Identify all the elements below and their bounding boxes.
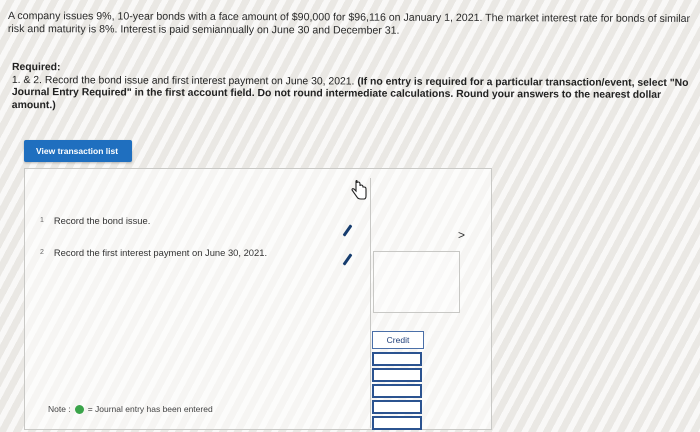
page: A company issues 9%, 10-year bonds with … xyxy=(0,0,700,432)
transaction-item-2[interactable]: 2 Record the first interest payment on J… xyxy=(40,247,267,258)
transaction-number: 2 xyxy=(40,249,44,256)
credit-input[interactable] xyxy=(372,384,422,398)
entered-status-icon xyxy=(74,404,84,414)
required-section: Required: 1. & 2. Record the bond issue … xyxy=(12,62,692,115)
note-prefix: Note : xyxy=(48,404,71,414)
credit-input[interactable] xyxy=(372,416,422,430)
credit-input[interactable] xyxy=(372,400,422,414)
hand-cursor-icon xyxy=(350,179,368,200)
view-transaction-list-button[interactable]: View transaction list xyxy=(24,140,132,162)
credit-input[interactable] xyxy=(372,368,422,382)
credit-column-header: Credit xyxy=(372,331,424,349)
required-task: 1. & 2. Record the bond issue and first … xyxy=(11,74,355,87)
transaction-label: Record the first interest payment on Jun… xyxy=(53,247,268,258)
credit-input[interactable] xyxy=(372,352,422,366)
transaction-item-1[interactable]: 1 Record the bond issue. xyxy=(40,215,150,226)
required-instructions: 1. & 2. Record the bond issue and first … xyxy=(12,74,692,114)
problem-statement: A company issues 9%, 10-year bonds with … xyxy=(7,10,691,37)
transaction-label: Record the bond issue. xyxy=(53,215,151,226)
note-text: = Journal entry has been entered xyxy=(87,404,213,414)
transaction-number: 1 xyxy=(40,217,44,224)
journal-entry-box xyxy=(373,251,460,313)
next-arrow-icon[interactable]: > xyxy=(458,228,465,242)
note: Note : = Journal entry has been entered xyxy=(48,404,213,414)
